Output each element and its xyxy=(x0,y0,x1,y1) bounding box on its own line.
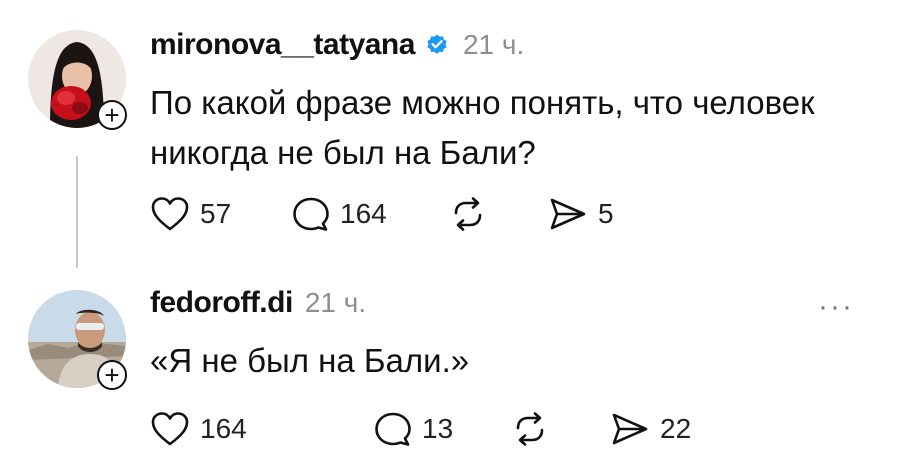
like-button[interactable]: 164 xyxy=(150,411,247,447)
post-text-line: никогда не был на Бали? xyxy=(150,134,536,171)
post-1-text: По какой фразе можно понять, что человек… xyxy=(150,78,815,178)
like-button[interactable]: 57 xyxy=(150,196,231,232)
post-2-text: «Я не был на Бали.» xyxy=(150,336,469,386)
more-options-icon[interactable]: ··· xyxy=(818,292,854,322)
repost-icon xyxy=(510,411,550,447)
share-count: 22 xyxy=(660,413,692,444)
reply-button[interactable]: 13 xyxy=(374,411,453,447)
username[interactable]: fedoroff.di xyxy=(150,286,293,320)
share-button[interactable]: 22 xyxy=(610,411,691,447)
repost-button[interactable] xyxy=(510,411,550,447)
repost-button[interactable] xyxy=(448,196,488,232)
plus-icon: + xyxy=(104,100,120,130)
post-text-line: «Я не был на Бали.» xyxy=(150,342,470,379)
thread-line xyxy=(76,156,78,268)
post-2-header: fedoroff.di 21 ч. xyxy=(150,286,366,320)
username[interactable]: mironova__tatyana xyxy=(150,28,415,62)
timestamp: 21 ч. xyxy=(462,29,525,60)
comment-icon xyxy=(292,196,330,232)
heart-icon xyxy=(150,196,190,232)
follow-button-fedoroff[interactable]: + xyxy=(97,360,127,390)
reply-button[interactable]: 164 xyxy=(292,196,387,232)
follow-button-mironova[interactable]: + xyxy=(97,100,127,130)
verified-badge-icon xyxy=(425,33,449,57)
comment-icon xyxy=(374,411,412,447)
reply-count: 164 xyxy=(340,198,387,229)
like-count: 164 xyxy=(200,413,247,444)
share-count: 5 xyxy=(598,198,614,229)
timestamp: 21 ч. xyxy=(304,287,367,318)
share-button[interactable]: 5 xyxy=(548,196,614,232)
like-count: 57 xyxy=(200,198,232,229)
post-text-line: По какой фразе можно понять, что человек xyxy=(150,84,815,121)
post-1-header: mironova__tatyana 21 ч. xyxy=(150,28,524,62)
reply-count: 13 xyxy=(422,413,454,444)
plus-icon: + xyxy=(104,360,120,390)
send-icon xyxy=(610,411,650,447)
send-icon xyxy=(548,196,588,232)
heart-icon xyxy=(150,411,190,447)
repost-icon xyxy=(448,196,488,232)
